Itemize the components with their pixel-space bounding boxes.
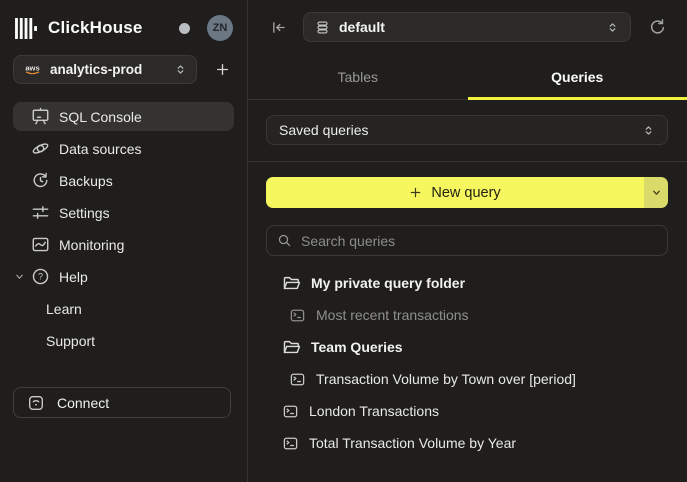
- database-name: default: [339, 19, 597, 35]
- connect-area: Connect: [0, 387, 247, 482]
- tree-item-label: Team Queries: [311, 339, 403, 355]
- search-box: [266, 225, 668, 256]
- query-terminal-icon: [289, 307, 306, 324]
- chevron-updown-icon: [642, 124, 655, 137]
- new-query-button[interactable]: New query: [266, 177, 644, 208]
- tree-query-transaction-volume-by-town[interactable]: Transaction Volume by Town over [period]: [266, 363, 668, 395]
- tree-item-label: My private query folder: [311, 275, 465, 291]
- data-sources-icon: [31, 139, 50, 158]
- new-query-dropdown-button[interactable]: [644, 177, 668, 208]
- tree-item-label: Transaction Volume by Town over [period]: [316, 371, 576, 387]
- tree-folder-team-queries[interactable]: Team Queries: [266, 331, 668, 363]
- sidebar-subitem-label: Support: [46, 333, 95, 349]
- service-selector[interactable]: aws analytics-prod: [13, 55, 197, 84]
- sidebar-item-label: Settings: [59, 205, 110, 221]
- sidebar-item-label: Backups: [59, 173, 113, 189]
- sidebar-item-label: Data sources: [59, 141, 141, 157]
- tree-item-label: Most recent transactions: [316, 307, 469, 323]
- chevron-updown-icon: [606, 21, 619, 34]
- clickhouse-logo-icon: [14, 18, 39, 39]
- connect-button[interactable]: Connect: [13, 387, 231, 418]
- tree-query-most-recent-transactions[interactable]: Most recent transactions: [266, 299, 668, 331]
- query-terminal-icon: [282, 403, 299, 420]
- query-terminal-icon: [282, 435, 299, 452]
- service-row: aws analytics-prod: [0, 55, 247, 84]
- collapse-panel-icon[interactable]: [270, 19, 287, 36]
- query-terminal-icon: [289, 371, 306, 388]
- tree-query-total-transaction-volume-by-year[interactable]: Total Transaction Volume by Year: [266, 427, 668, 459]
- saved-queries-section: Saved queries: [248, 100, 687, 162]
- chevron-updown-icon: [174, 63, 187, 76]
- avatar[interactable]: ZN: [207, 15, 233, 41]
- settings-sliders-icon: [31, 203, 50, 222]
- sidebar-item-help[interactable]: ? Help: [13, 262, 234, 291]
- new-query-split-button: New query: [266, 177, 668, 208]
- sidebar-item-sql-console[interactable]: SQL Console: [13, 102, 234, 131]
- sidebar-item-learn[interactable]: Learn: [13, 294, 234, 323]
- folder-open-icon: [282, 274, 301, 293]
- sidebar-item-data-sources[interactable]: Data sources: [13, 134, 234, 163]
- new-query-label: New query: [431, 185, 500, 201]
- search-input[interactable]: [301, 233, 657, 249]
- tree-folder-private[interactable]: My private query folder: [266, 267, 668, 299]
- status-dot: [179, 23, 190, 34]
- sidebar-item-support[interactable]: Support: [13, 326, 234, 355]
- sidebar-item-monitoring[interactable]: Monitoring: [13, 230, 234, 259]
- tab-tables[interactable]: Tables: [248, 54, 468, 99]
- app-window: ClickHouse ZN aws analytics-prod: [0, 0, 687, 482]
- database-icon: [315, 20, 330, 35]
- database-selector[interactable]: default: [303, 12, 631, 42]
- sidebar-item-settings[interactable]: Settings: [13, 198, 234, 227]
- add-service-button[interactable]: [210, 58, 234, 82]
- refresh-icon[interactable]: [648, 18, 667, 37]
- aws-icon: aws: [23, 63, 42, 76]
- panel-header: default: [248, 0, 687, 54]
- tab-queries[interactable]: Queries: [468, 54, 687, 99]
- plus-icon: [409, 186, 422, 199]
- tree-item-label: Total Transaction Volume by Year: [309, 435, 516, 451]
- chevron-down-icon: [651, 187, 662, 198]
- service-name: analytics-prod: [50, 62, 166, 77]
- saved-queries-selector[interactable]: Saved queries: [266, 115, 668, 145]
- search-icon: [277, 233, 292, 248]
- folder-open-icon: [282, 338, 301, 357]
- svg-text:aws: aws: [25, 63, 39, 72]
- monitoring-icon: [31, 235, 50, 254]
- connect-label: Connect: [57, 395, 109, 411]
- brand-title: ClickHouse: [48, 18, 143, 38]
- chevron-down-icon[interactable]: [14, 271, 25, 282]
- sidebar-item-backups[interactable]: Backups: [13, 166, 234, 195]
- query-tree: My private query folder Most recent tran…: [266, 267, 668, 459]
- tab-label: Queries: [551, 69, 603, 85]
- connect-icon: [27, 394, 45, 412]
- tab-label: Tables: [338, 69, 378, 85]
- saved-queries-label: Saved queries: [279, 122, 642, 138]
- sidebar-item-label: Monitoring: [59, 237, 124, 253]
- backups-icon: [31, 171, 50, 190]
- sidebar-subitem-label: Learn: [46, 301, 82, 317]
- right-panel: default Tables Queries: [248, 0, 687, 482]
- tree-query-london-transactions[interactable]: London Transactions: [266, 395, 668, 427]
- sidebar-item-label: SQL Console: [59, 109, 142, 125]
- sidebar-header: ClickHouse ZN: [0, 0, 247, 51]
- tree-item-label: London Transactions: [309, 403, 439, 419]
- tab-bar: Tables Queries: [248, 54, 687, 100]
- sidebar: ClickHouse ZN aws analytics-prod: [0, 0, 248, 482]
- sidebar-nav: SQL Console Data sources: [0, 102, 247, 358]
- sql-console-icon: [31, 107, 50, 126]
- queries-content: New query: [248, 162, 687, 459]
- sidebar-item-label: Help: [59, 269, 88, 285]
- help-icon: ?: [31, 267, 50, 286]
- svg-text:?: ?: [38, 272, 43, 282]
